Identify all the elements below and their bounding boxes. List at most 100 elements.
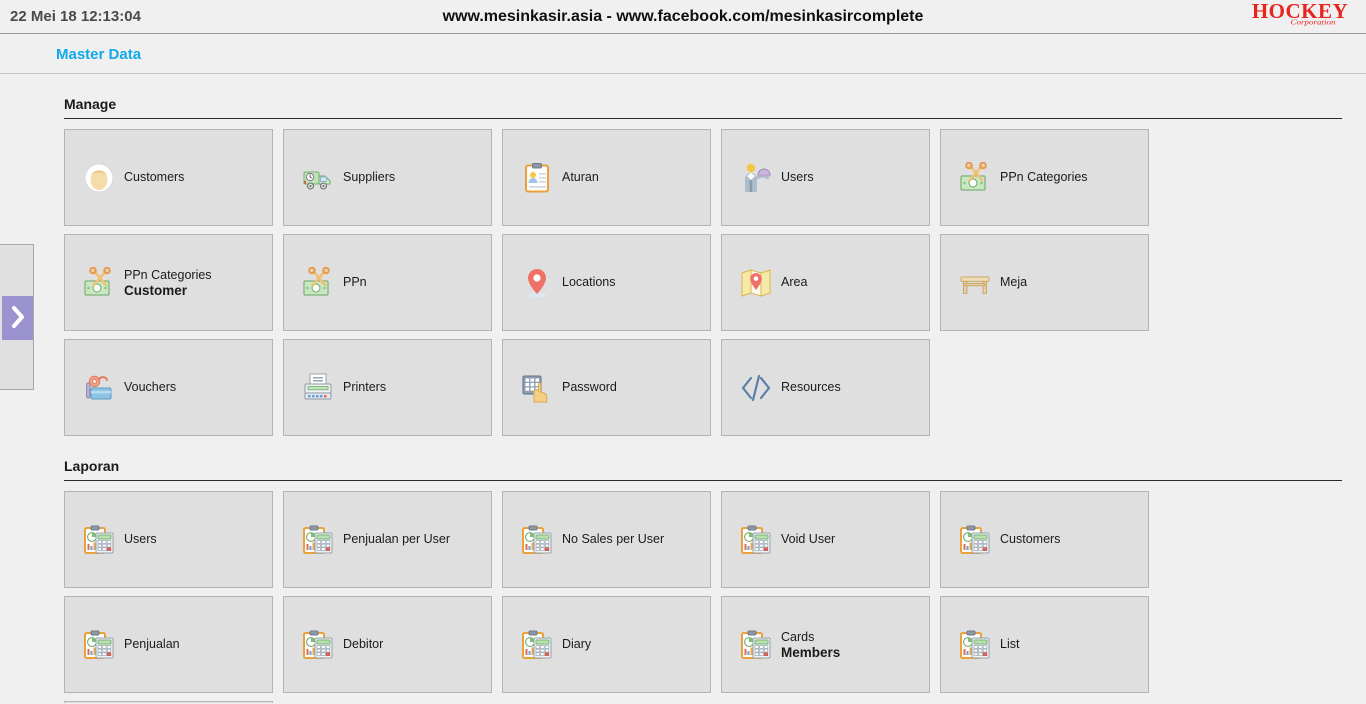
tile-customers[interactable]: Customers xyxy=(940,491,1149,588)
tile-label-line1: Printers xyxy=(343,380,387,394)
workspace: Manage Customers Suppliers Aturan Users PPn … xyxy=(0,74,1366,703)
tile-label: Resources xyxy=(781,380,841,395)
section-manage: Manage Customers Suppliers Aturan Users PPn … xyxy=(64,74,1342,436)
report-clipboard-icon xyxy=(84,525,114,554)
tile-label-line1: PPn Categories xyxy=(124,267,212,282)
tile-label: Customers xyxy=(124,170,184,185)
tile-suppliers[interactable]: Suppliers xyxy=(283,129,492,226)
tile-void-user[interactable]: Void User xyxy=(721,491,930,588)
tile-list[interactable]: ListExport xyxy=(64,701,273,703)
tile-password[interactable]: Password xyxy=(502,339,711,436)
hockey-corporation-logo: HOCKEY Corporation xyxy=(1240,1,1360,32)
keypad-hand-icon xyxy=(522,375,548,402)
tile-cards[interactable]: Cards Members xyxy=(721,596,930,693)
tile-content: Diary xyxy=(521,629,591,661)
tile-locations[interactable]: Locations xyxy=(502,234,711,331)
tile-label-line1: List xyxy=(1000,637,1020,651)
tile-ppn[interactable]: PPn xyxy=(283,234,492,331)
tile-aturan[interactable]: Aturan xyxy=(502,129,711,226)
tile-ppn-categories[interactable]: PPn Categories Customer xyxy=(64,234,273,331)
section-title-manage: Manage xyxy=(64,96,117,112)
tile-label-line1: Users xyxy=(124,532,157,546)
clipboard-person-icon xyxy=(525,162,549,192)
tile-list[interactable]: List xyxy=(940,596,1149,693)
header-website-text: www.mesinkasir.asia - www.facebook.com/m… xyxy=(442,8,924,25)
tile-vouchers[interactable]: Vouchers xyxy=(64,339,273,436)
tile-content: Void User xyxy=(740,524,835,556)
tile-diary[interactable]: Diary xyxy=(502,596,711,693)
tile-printers[interactable]: Printers xyxy=(283,339,492,436)
tile-users[interactable]: Users xyxy=(721,129,930,226)
tile-label: Debitor xyxy=(343,637,383,652)
tile-label-line1: Vouchers xyxy=(124,380,177,394)
tile-content: Printers xyxy=(302,372,386,404)
tile-label: Password xyxy=(562,380,617,395)
tile-label: Aturan xyxy=(562,170,599,185)
tile-label: Customers xyxy=(1000,532,1060,547)
tile-label-line1: Customers xyxy=(124,170,185,184)
tile-content: No Sales per User xyxy=(521,524,664,556)
money-scissors-icon xyxy=(960,161,987,190)
tile-content: Meja xyxy=(959,267,1027,299)
map-area-icon xyxy=(741,268,771,297)
tile-label: Meja xyxy=(1000,275,1027,290)
tile-label-line1: Penjualan xyxy=(124,637,180,651)
tile-no-sales-per-user[interactable]: No Sales per User xyxy=(502,491,711,588)
tile-label-line1: Aturan xyxy=(562,170,599,184)
tile-penjualan-per-user[interactable]: Penjualan per User xyxy=(283,491,492,588)
section-title-laporan: Laporan xyxy=(64,458,120,474)
tile-content: Customers xyxy=(83,162,184,194)
tile-label-line1: Void User xyxy=(781,532,836,546)
expand-panel-button[interactable] xyxy=(2,296,33,340)
report-clipboard-icon xyxy=(522,525,552,554)
money-scissors-icon xyxy=(303,266,330,295)
tile-label-line1: Resources xyxy=(781,380,841,394)
manage-tile-grid: Customers Suppliers Aturan Users PPn Categor… xyxy=(64,129,1342,436)
report-clipboard-icon xyxy=(741,525,771,554)
tile-label: Penjualan xyxy=(124,637,180,652)
code-brackets-icon xyxy=(741,374,771,401)
tile-label: PPn Categories Customer xyxy=(124,268,212,298)
tile-ppn-categories[interactable]: PPn Categories xyxy=(940,129,1149,226)
tile-content: Users xyxy=(740,162,814,194)
tile-label-line1: Penjualan per User xyxy=(343,532,451,546)
report-clipboard-icon xyxy=(303,525,333,554)
tile-label: PPn Categories xyxy=(1000,170,1088,185)
tile-label: Void User xyxy=(781,532,835,547)
tile-area[interactable]: Area xyxy=(721,234,930,331)
tile-label: Vouchers xyxy=(124,380,176,395)
tile-label-line1: Diary xyxy=(562,637,592,651)
tile-sections: Manage Customers Suppliers Aturan Users PPn … xyxy=(64,74,1342,703)
tile-content: Vouchers xyxy=(83,372,176,404)
tile-label-line1: Password xyxy=(562,380,617,394)
tile-customers[interactable]: Customers xyxy=(64,129,273,226)
tile-label: Area xyxy=(781,275,807,290)
map-pin-icon xyxy=(528,268,546,298)
tile-debitor[interactable]: Debitor xyxy=(283,596,492,693)
tile-label: Locations xyxy=(562,275,616,290)
tile-label-line1: Suppliers xyxy=(343,170,396,184)
tile-label-line1: Customers xyxy=(1000,532,1061,546)
tile-resources[interactable]: Resources xyxy=(721,339,930,436)
tile-users[interactable]: Users xyxy=(64,491,273,588)
tab-master-data[interactable]: Master Data xyxy=(40,34,157,74)
side-panel-handle[interactable] xyxy=(0,244,34,390)
tile-label: Printers xyxy=(343,380,386,395)
printer-icon xyxy=(304,373,332,399)
report-clipboard-icon xyxy=(960,525,990,554)
tile-label-line1: No Sales per User xyxy=(562,532,665,546)
report-clipboard-icon xyxy=(303,630,333,659)
tile-label: Diary xyxy=(562,637,591,652)
tile-label: Cards Members xyxy=(781,630,840,660)
tile-content: Locations xyxy=(521,267,616,299)
money-scissors-icon xyxy=(84,266,111,295)
section-laporan: Laporan Users Penjualan per User No Sales … xyxy=(64,436,1342,703)
tile-penjualan[interactable]: Penjualan xyxy=(64,596,273,693)
top-bar: 22 Mei 18 12:13:04 www.mesinkasir.asia -… xyxy=(0,0,1366,34)
report-clipboard-icon xyxy=(84,630,114,659)
tile-content: Resources xyxy=(740,372,841,404)
tile-label-line1: Area xyxy=(781,275,808,289)
tile-meja[interactable]: Meja xyxy=(940,234,1149,331)
section-divider xyxy=(64,118,1342,119)
tile-label-line2: Members xyxy=(781,644,841,660)
